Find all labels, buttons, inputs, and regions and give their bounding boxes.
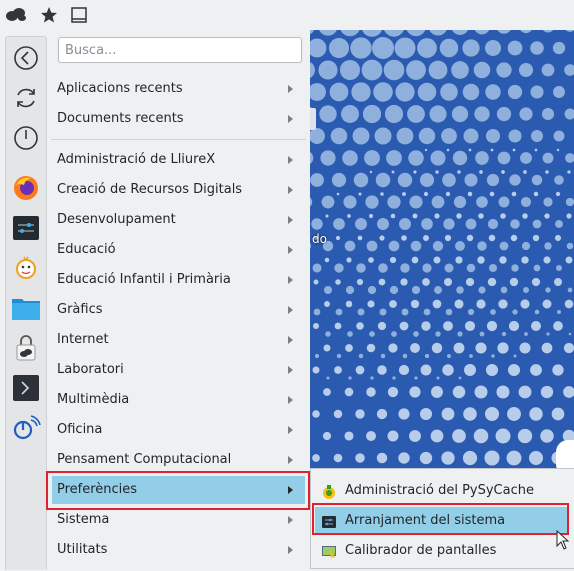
desktop-icon-label[interactable]: do bbox=[312, 232, 327, 246]
submenu-item-screen-calibrator[interactable]: Calibrador de pantalles bbox=[315, 537, 569, 565]
folder-icon[interactable] bbox=[11, 293, 41, 323]
menu-item-label: Preferències bbox=[57, 482, 137, 497]
menu-item-label: Multimèdia bbox=[57, 392, 129, 407]
submenu-item-pysycache[interactable]: Administració del PySyCache bbox=[315, 477, 569, 505]
chevron-right-icon bbox=[288, 546, 293, 554]
menu-separator bbox=[51, 139, 306, 140]
launcher-toolbar bbox=[0, 0, 310, 30]
terminal-icon[interactable] bbox=[11, 373, 41, 403]
submenu-item-label: Arranjament del sistema bbox=[345, 513, 505, 528]
menu-item-label: Aplicacions recents bbox=[57, 81, 183, 96]
chevron-right-icon bbox=[288, 156, 293, 164]
menu-item-preferences[interactable]: Preferències bbox=[52, 476, 305, 504]
screen-calibrator-icon bbox=[321, 543, 337, 559]
menu-item-label: Utilitats bbox=[57, 542, 107, 557]
chevron-right-icon bbox=[288, 85, 293, 93]
settings-sliders-icon[interactable] bbox=[11, 213, 41, 243]
menu-item-category[interactable]: Oficina bbox=[52, 416, 305, 444]
favorites-sidebar bbox=[5, 36, 47, 570]
menu-item-category[interactable]: Administració de LliureX bbox=[52, 146, 305, 174]
firefox-icon[interactable] bbox=[11, 173, 41, 203]
chevron-right-icon bbox=[288, 276, 293, 284]
chevron-right-icon bbox=[288, 216, 293, 224]
menu-item-category[interactable]: Internet bbox=[52, 326, 305, 354]
preferences-submenu: Administració del PySyCache Arranjament … bbox=[310, 468, 574, 569]
menu-item-label: Desenvolupament bbox=[57, 212, 176, 227]
refresh-icon[interactable] bbox=[11, 83, 41, 113]
favorites-star-icon[interactable] bbox=[40, 6, 58, 28]
chevron-right-icon bbox=[288, 426, 293, 434]
submenu-item-label: Administració del PySyCache bbox=[345, 483, 534, 498]
menu-item-category[interactable]: Creació de Recursos Digitals bbox=[52, 176, 305, 204]
menu-item-label: Educació bbox=[57, 242, 116, 257]
chevron-right-icon bbox=[288, 186, 293, 194]
menu-item-category[interactable]: Educació bbox=[52, 236, 305, 264]
sun-face-icon[interactable] bbox=[11, 253, 41, 283]
system-settings-icon bbox=[321, 513, 337, 529]
menu-item-recent-documents[interactable]: Documents recents bbox=[52, 105, 305, 133]
menu-item-label: Pensament Computacional bbox=[57, 452, 231, 467]
menu-item-label: Internet bbox=[57, 332, 109, 347]
submenu-item-system-settings[interactable]: Arranjament del sistema bbox=[315, 507, 569, 535]
chevron-right-icon bbox=[288, 456, 293, 464]
chevron-right-icon bbox=[288, 336, 293, 344]
chevron-right-icon bbox=[288, 115, 293, 123]
chevron-right-icon bbox=[288, 366, 293, 374]
menu-item-category[interactable]: Sistema bbox=[52, 506, 305, 534]
menu-item-category[interactable]: Gràfics bbox=[52, 296, 305, 324]
menu-item-category[interactable]: Laboratori bbox=[52, 356, 305, 384]
menu-item-label: Educació Infantil i Primària bbox=[57, 272, 231, 287]
pysycache-icon bbox=[321, 483, 337, 499]
menu-item-category[interactable]: Multimèdia bbox=[52, 386, 305, 414]
menu-item-label: Laboratori bbox=[57, 362, 124, 377]
lock-cloud-icon[interactable] bbox=[11, 333, 41, 363]
chevron-right-icon bbox=[288, 486, 293, 494]
chevron-right-icon bbox=[288, 516, 293, 524]
menu-item-recent-apps[interactable]: Aplicacions recents bbox=[52, 75, 305, 103]
chevron-right-icon bbox=[288, 246, 293, 254]
application-menu: Aplicacions recents Documents recents Ad… bbox=[47, 30, 310, 569]
remote-access-icon[interactable] bbox=[11, 413, 41, 443]
menu-item-category[interactable]: Pensament Computacional bbox=[52, 446, 305, 474]
menu-item-label: Administració de LliureX bbox=[57, 152, 215, 167]
chevron-right-icon bbox=[288, 396, 293, 404]
back-arrow-icon[interactable] bbox=[11, 43, 41, 73]
search-input[interactable] bbox=[58, 37, 302, 63]
user-avatar-icon[interactable] bbox=[4, 6, 28, 28]
menu-item-category[interactable]: Educació Infantil i Primària bbox=[52, 266, 305, 294]
menu-item-label: Documents recents bbox=[57, 111, 184, 126]
chevron-right-icon bbox=[288, 306, 293, 314]
menu-item-label: Creació de Recursos Digitals bbox=[57, 182, 242, 197]
menu-item-label: Gràfics bbox=[57, 302, 103, 317]
submenu-item-label: Calibrador de pantalles bbox=[345, 543, 496, 558]
menu-item-category[interactable]: Desenvolupament bbox=[52, 206, 305, 234]
power-icon[interactable] bbox=[11, 123, 41, 153]
mouse-cursor-icon bbox=[556, 530, 570, 554]
menu-item-label: Sistema bbox=[57, 512, 109, 527]
menu-item-category[interactable]: Utilitats bbox=[52, 536, 305, 564]
menu-item-label: Oficina bbox=[57, 422, 102, 437]
window-icon[interactable] bbox=[70, 6, 88, 28]
